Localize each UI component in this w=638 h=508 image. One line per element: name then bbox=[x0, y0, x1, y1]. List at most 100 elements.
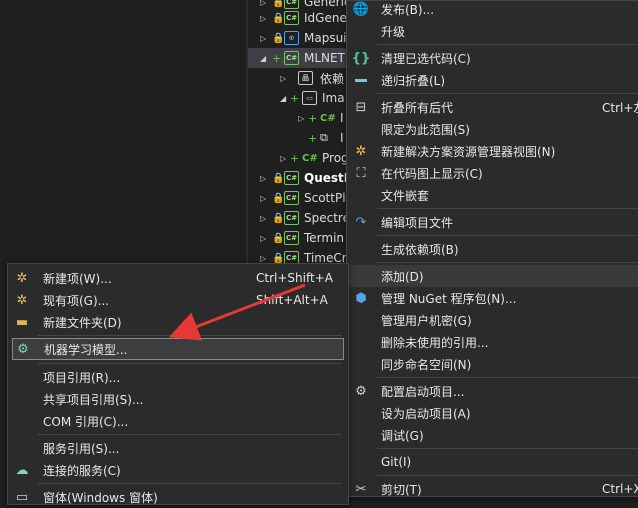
tree-item-idgene[interactable]: ▷ 🔒 C# IdGene bbox=[248, 8, 358, 28]
menu-item-label: 新建文件夹(D) bbox=[43, 315, 122, 330]
menu-item-build-dependencies[interactable]: 生成依赖项(B) bbox=[347, 238, 638, 260]
tree-item-termin[interactable]: ▷ 🔒 C# Termin bbox=[248, 228, 358, 248]
lock-icon: 🔒 bbox=[272, 32, 285, 44]
menu-item-label: 项目引用(R)... bbox=[43, 370, 121, 385]
tree-item-spectre[interactable]: ▷ 🔒 C# Spectre bbox=[248, 208, 358, 228]
tree-item-dependencies[interactable]: ▷ 品 依赖 bbox=[248, 68, 358, 88]
tree-item-label: I bbox=[340, 131, 344, 145]
submenu-item-service-reference[interactable]: 服务引用(S)... bbox=[8, 437, 348, 459]
menu-item-show-on-code-map[interactable]: ⛶ 在代码图上显示(C) bbox=[347, 162, 638, 184]
tree-item-file2[interactable]: + ⧉ I bbox=[248, 128, 358, 148]
tree-item-label: Prog bbox=[322, 151, 349, 165]
tree-item-mlnet[interactable]: ◢ + C# MLNET bbox=[248, 48, 358, 68]
lock-icon: 🔒 bbox=[272, 192, 285, 204]
menu-item-set-startup[interactable]: 设为启动项目(A) bbox=[347, 402, 638, 424]
add-submenu: ✲ 新建项(W)... Ctrl+Shift+A ✲ 现有项(G)... Shi… bbox=[7, 263, 349, 505]
braces-icon: {} bbox=[351, 50, 371, 66]
submenu-item-windows-form[interactable]: ▭ 窗体(Windows 窗体) bbox=[8, 486, 348, 508]
tree-item-label: Termin bbox=[304, 231, 345, 245]
menu-item-shortcut: Ctrl+X bbox=[602, 482, 638, 496]
menu-item-label: 共享项目引用(S)... bbox=[43, 392, 144, 407]
gear-icon: ⚙ bbox=[355, 383, 367, 399]
menu-separator bbox=[377, 377, 638, 378]
tree-item-file1[interactable]: ▷ + C# I bbox=[248, 108, 358, 128]
submenu-item-new-folder[interactable]: ▬ 新建文件夹(D) bbox=[8, 311, 348, 333]
menu-item-cut[interactable]: ✂ 剪切(T) Ctrl+X bbox=[347, 478, 638, 500]
menu-item-label: 调试(G) bbox=[381, 428, 424, 443]
tree-item-label: IdGene bbox=[304, 11, 347, 25]
new-item-icon: ✲ bbox=[16, 270, 28, 286]
menu-item-upgrade[interactable]: 升级 bbox=[347, 20, 638, 42]
lock-icon: 🔒 bbox=[272, 232, 285, 244]
submenu-item-com-reference[interactable]: COM 引用(C)... bbox=[8, 410, 348, 432]
collapse-arrow-icon[interactable]: ◢ bbox=[260, 54, 270, 63]
submenu-item-shared-project-reference[interactable]: 共享项目引用(S)... bbox=[8, 388, 348, 410]
menu-separator bbox=[377, 475, 638, 476]
submenu-item-new-item[interactable]: ✲ 新建项(W)... Ctrl+Shift+A bbox=[8, 267, 348, 289]
expand-arrow-icon[interactable]: ▷ bbox=[280, 74, 290, 83]
csharp-project-icon: C# bbox=[284, 231, 299, 245]
menu-separator bbox=[38, 434, 342, 435]
menu-item-new-explorer-view[interactable]: ✲ 新建解决方案资源管理器视图(N) bbox=[347, 140, 638, 162]
submenu-item-project-reference[interactable]: 项目引用(R)... bbox=[8, 366, 348, 388]
menu-item-add[interactable]: 添加(D) bbox=[347, 265, 638, 287]
submenu-item-ml-model[interactable]: ⚙ 机器学习模型... bbox=[12, 338, 344, 360]
tree-item-program[interactable]: ▷ + C# Prog bbox=[248, 148, 358, 168]
expand-arrow-icon[interactable]: ▷ bbox=[260, 214, 270, 223]
tree-item-label: 依赖 bbox=[320, 71, 345, 86]
menu-item-git[interactable]: Git(I) bbox=[347, 451, 638, 473]
menu-item-manage-nuget[interactable]: ⬢ 管理 NuGet 程序包(N)... bbox=[347, 287, 638, 309]
plus-icon: + bbox=[290, 91, 300, 105]
menu-separator bbox=[377, 262, 638, 263]
expand-arrow-icon[interactable]: ▷ bbox=[298, 114, 308, 123]
submenu-item-connected-services[interactable]: ☁ 连接的服务(C) bbox=[8, 459, 348, 481]
expand-arrow-icon[interactable]: ▷ bbox=[260, 194, 270, 203]
expand-arrow-icon[interactable]: ▷ bbox=[260, 174, 270, 183]
menu-item-cleanup-code[interactable]: {} 清理已选代码(C) bbox=[347, 47, 638, 69]
expand-arrow-icon[interactable]: ▷ bbox=[280, 154, 290, 163]
menu-item-label: 机器学习模型... bbox=[44, 342, 128, 357]
expand-arrow-icon[interactable]: ▷ bbox=[260, 34, 270, 43]
menu-item-manage-user-secrets[interactable]: 管理用户机密(G) bbox=[347, 309, 638, 331]
menu-item-sync-namespaces[interactable]: 同步命名空间(N) bbox=[347, 353, 638, 375]
menu-item-label: 在代码图上显示(C) bbox=[381, 166, 483, 181]
web-project-icon: ⊕ bbox=[284, 31, 299, 45]
menu-item-debug[interactable]: 调试(G) bbox=[347, 424, 638, 446]
plus-icon: + bbox=[290, 151, 300, 165]
csharp-project-icon: C# bbox=[284, 51, 299, 65]
copy-file-icon: ⧉ bbox=[320, 131, 328, 144]
csharp-project-icon: C# bbox=[284, 11, 299, 25]
tree-item-ima[interactable]: ◢ + ▭ Ima bbox=[248, 88, 358, 108]
expand-arrow-icon[interactable]: ▷ bbox=[260, 254, 270, 263]
existing-item-icon: ✲ bbox=[16, 292, 28, 308]
menu-item-label: 添加(D) bbox=[381, 269, 424, 284]
menu-item-collapse-recursive[interactable]: 递归折叠(L) bbox=[347, 69, 638, 91]
csharp-project-icon: C# bbox=[284, 191, 299, 205]
menu-item-configure-startup[interactable]: ⚙ 配置启动项目... bbox=[347, 380, 638, 402]
menu-item-label: 限定为此范围(S) bbox=[381, 122, 470, 137]
menu-item-edit-project-file[interactable]: ↷ 编辑项目文件 bbox=[347, 211, 638, 233]
menu-item-shortcut: Ctrl+Shift+A bbox=[256, 271, 333, 285]
menu-item-file-nesting[interactable]: 文件嵌套 bbox=[347, 184, 638, 206]
menu-item-publish[interactable]: 🌐 发布(B)... bbox=[347, 0, 638, 20]
menu-item-remove-unused-references[interactable]: 删除未使用的引用... bbox=[347, 331, 638, 353]
menu-separator bbox=[377, 448, 638, 449]
collapse-arrow-icon[interactable]: ◢ bbox=[280, 94, 290, 103]
submenu-item-existing-item[interactable]: ✲ 现有项(G)... Shift+Alt+A bbox=[8, 289, 348, 311]
expand-arrow-icon[interactable]: ▷ bbox=[260, 0, 270, 7]
tree-item-label: MLNET bbox=[304, 51, 345, 65]
csharp-file-icon: C# bbox=[320, 112, 336, 124]
menu-separator bbox=[38, 483, 342, 484]
menu-item-label: 文件嵌套 bbox=[381, 188, 430, 203]
lock-icon: 🔒 bbox=[272, 0, 285, 8]
tree-item-questp[interactable]: ▷ 🔒 C# QuestP bbox=[248, 168, 358, 188]
menu-item-collapse-descendants[interactable]: ⊟ 折叠所有后代 Ctrl+左 bbox=[347, 96, 638, 118]
menu-item-scope-to-this[interactable]: 限定为此范围(S) bbox=[347, 118, 638, 140]
tree-item-mapsui[interactable]: ▷ 🔒 ⊕ Mapsui bbox=[248, 28, 358, 48]
expand-arrow-icon[interactable]: ▷ bbox=[260, 234, 270, 243]
form-icon: ▭ bbox=[15, 489, 29, 505]
expand-arrow-icon[interactable]: ▷ bbox=[260, 14, 270, 23]
menu-item-label: 现有项(G)... bbox=[43, 293, 110, 308]
tree-item-scottpl[interactable]: ▷ 🔒 C# ScottPl bbox=[248, 188, 358, 208]
folder-icon: ▬ bbox=[15, 314, 29, 330]
